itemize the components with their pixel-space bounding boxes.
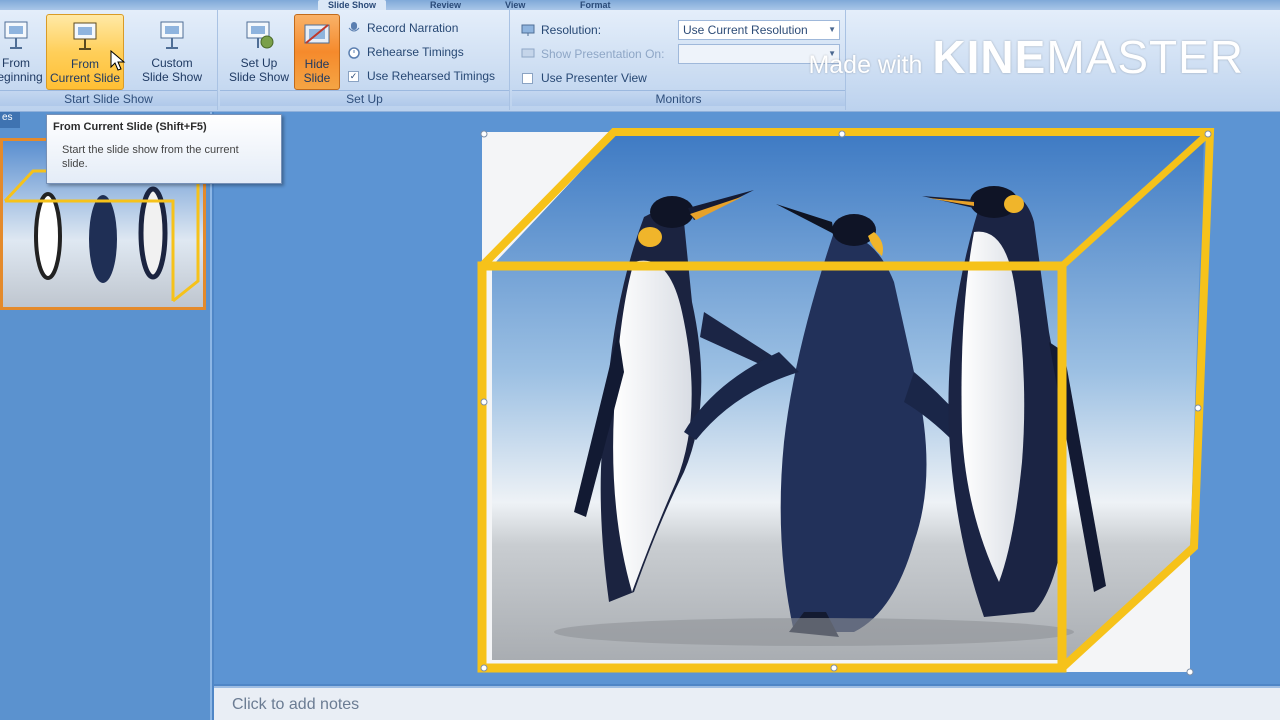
rehearse-timings-label: Rehearse Timings [367,45,464,59]
rehearse-timings-button[interactable]: Rehearse Timings [346,42,464,62]
group-label-set-up: Set Up [220,90,509,106]
notes-pane[interactable]: Click to add notes [214,686,1280,720]
group-set-up: Set Up Slide Show Hide Slide Record Narr… [220,10,510,110]
use-rehearsed-timings-label: Use Rehearsed Timings [367,69,496,83]
checkbox-empty-icon [522,72,533,84]
setup-screen-icon [242,18,276,52]
ribbon-tab-strip: Slide Show Review View Format [0,0,1280,10]
penguins-photo [492,136,1204,660]
group-start-slide-show: From Beginning From Current Slide Custom… [0,10,218,110]
projector-screen-icon [68,19,102,53]
tooltip-body: Start the slide show from the current sl… [62,144,239,170]
watermark-made-with: Made with [808,51,923,79]
group-monitors: Resolution: Use Current Resolution ▼ Sho… [512,10,846,110]
tab-review[interactable]: Review [420,0,471,10]
hide-slide-icon [300,19,334,53]
slide-canvas [477,128,1215,676]
use-presenter-view-label: Use Presenter View [541,71,647,85]
stopwatch-icon [346,44,362,60]
use-presenter-view-checkbox[interactable]: Use Presenter View [522,68,647,88]
custom-slide-show-label: Custom Slide Show [141,56,203,84]
custom-slide-show-button[interactable]: Custom Slide Show [132,14,212,90]
hide-slide-label: Hide Slide [303,57,331,85]
tab-slide-show[interactable]: Slide Show [318,0,387,10]
group-label-monitors: Monitors [512,90,845,106]
watermark-master: MASTER [1046,31,1244,83]
from-beginning-button[interactable]: From Beginning [0,14,43,90]
show-presentation-on-row: Show Presentation On: [520,44,664,64]
from-current-slide-tooltip: From Current Slide (Shift+F5) Start the … [46,114,282,184]
resolution-label: Resolution: [541,23,602,37]
group-label-start-slide-show: Start Slide Show [0,90,217,106]
record-narration-label: Record Narration [367,21,459,35]
monitor-icon [520,22,536,38]
checkmark-icon: ✓ [348,70,359,82]
from-beginning-label: From Beginning [0,56,43,84]
use-rehearsed-timings-checkbox[interactable]: ✓ Use Rehearsed Timings [348,66,495,86]
monitor-icon [520,46,536,62]
tab-format[interactable]: Format [570,0,621,10]
tooltip-title: From Current Slide (Shift+F5) [53,121,207,133]
slides-panel: es [0,112,212,720]
notes-placeholder: Click to add notes [232,696,360,713]
slide-editing-area [214,112,1280,684]
projector-screen-icon [0,18,33,52]
resolution-label-row: Resolution: [520,20,601,40]
projector-screen-icon [155,18,189,52]
resolution-value: Use Current Resolution [683,23,808,37]
watermark-kine: KINE [932,31,1047,83]
kinemaster-watermark: Made with KINE MASTER [808,30,1244,84]
mouse-cursor-icon [110,49,126,77]
record-narration-button[interactable]: Record Narration [346,18,458,38]
set-up-slide-show-label: Set Up Slide Show [228,56,290,84]
show-presentation-on-label: Show Presentation On: [541,47,665,61]
set-up-slide-show-button[interactable]: Set Up Slide Show [224,14,294,90]
microphone-icon [346,20,362,36]
hide-slide-button[interactable]: Hide Slide [294,14,340,90]
slides-panel-tab[interactable]: es [0,112,20,128]
tab-view[interactable]: View [495,0,535,10]
